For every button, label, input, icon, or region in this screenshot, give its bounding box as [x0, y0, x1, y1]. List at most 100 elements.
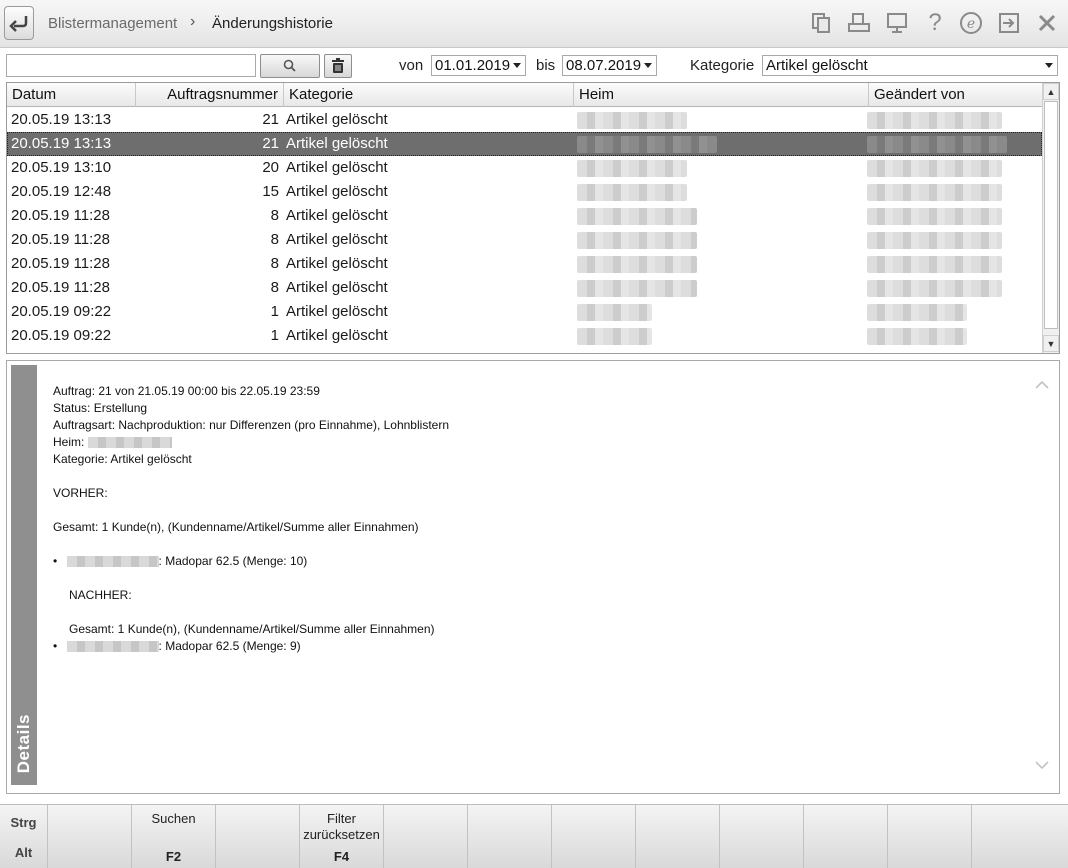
- function-key-bar: Strg Alt Suchen F2 Filter zurücksetzen F…: [0, 804, 1068, 868]
- column-header-datum[interactable]: Datum: [7, 83, 136, 107]
- fkey-f4-label: Filter zurücksetzen: [300, 811, 383, 843]
- breadcrumb-blistermanagement[interactable]: Blistermanagement: [48, 15, 177, 32]
- redacted-heim: [577, 256, 697, 273]
- cell-date: 20.05.19 11:28: [11, 231, 110, 248]
- fkey-f10[interactable]: [804, 805, 888, 868]
- column-header-heim[interactable]: Heim: [574, 83, 869, 107]
- cell-number: 20: [262, 159, 279, 176]
- fkey-f4-label-line2: zurücksetzen: [303, 827, 380, 842]
- fkey-f12[interactable]: [972, 805, 1068, 868]
- cell-category: Artikel gelöscht: [286, 111, 388, 128]
- fkey-f11[interactable]: [888, 805, 972, 868]
- detail-vorher-item-text: : Madopar 62.5 (Menge: 10): [158, 554, 308, 568]
- details-tab-label: Details: [14, 713, 33, 773]
- redacted-heim: [577, 280, 697, 297]
- cell-category: Artikel gelöscht: [286, 207, 388, 224]
- table-scrollbar[interactable]: ▲ ▼: [1042, 83, 1059, 353]
- info-e-icon[interactable]: e: [958, 10, 984, 36]
- fkey-f4-filter-zuruecksetzen[interactable]: Filter zurücksetzen F4: [300, 805, 384, 868]
- to-date-label: bis: [536, 57, 556, 74]
- detail-vorher-item: • : Madopar 62.5 (Menge: 10): [53, 553, 307, 570]
- redacted-user: [867, 160, 1002, 177]
- cell-date: 20.05.19 09:22: [11, 303, 112, 320]
- scroll-down-arrow-icon[interactable]: ▼: [1043, 335, 1059, 352]
- redacted-user: [867, 328, 967, 345]
- cell-category: Artikel gelöscht: [286, 255, 388, 272]
- table-row[interactable]: 20.05.19 11:28 8 Artikel gelöscht: [7, 252, 1042, 276]
- fkey-f3[interactable]: [216, 805, 300, 868]
- fkey-f5[interactable]: [384, 805, 468, 868]
- category-value: Artikel gelöscht: [766, 57, 868, 74]
- cell-number: 1: [270, 327, 279, 344]
- copy-icon[interactable]: [808, 10, 834, 36]
- strg-modifier[interactable]: Strg: [0, 815, 47, 830]
- from-date-label: von: [399, 57, 424, 74]
- redacted-heim: [577, 184, 687, 201]
- table-row[interactable]: 20.05.19 09:22 1 Artikel gelöscht: [7, 324, 1042, 348]
- print-icon[interactable]: [846, 10, 872, 36]
- cell-category: Artikel gelöscht: [286, 135, 388, 152]
- table-row[interactable]: 20.05.19 13:13 21 Artikel gelöscht: [7, 108, 1042, 132]
- fkey-f8[interactable]: [636, 805, 720, 868]
- fkey-f9[interactable]: [720, 805, 804, 868]
- category-select[interactable]: Artikel gelöscht: [762, 55, 1058, 76]
- chevron-down-icon[interactable]: [1035, 757, 1049, 775]
- to-date-picker[interactable]: 08.07.2019: [562, 55, 657, 76]
- column-header-geaendert-von[interactable]: Geändert von: [869, 83, 1042, 107]
- chevron-up-icon[interactable]: [1035, 377, 1049, 395]
- details-tab[interactable]: Details: [11, 365, 37, 785]
- page-title: Änderungshistorie: [212, 15, 333, 32]
- delete-search-button[interactable]: [324, 54, 352, 78]
- fkey-f1[interactable]: [48, 805, 132, 868]
- alt-modifier[interactable]: Alt: [0, 845, 47, 860]
- table-row[interactable]: 20.05.19 11:28 8 Artikel gelöscht: [7, 204, 1042, 228]
- bullet-icon: •: [53, 639, 58, 653]
- redacted-user: [867, 136, 1007, 153]
- table-row[interactable]: 20.05.19 11:28 8 Artikel gelöscht: [7, 228, 1042, 252]
- redacted-heim: [577, 160, 687, 177]
- back-arrow-icon: [9, 16, 28, 32]
- search-button[interactable]: [260, 54, 320, 78]
- cell-category: Artikel gelöscht: [286, 327, 388, 344]
- cell-number: 8: [270, 231, 279, 248]
- chevron-down-icon: [644, 63, 652, 68]
- category-label: Kategorie: [690, 57, 755, 74]
- table-row-selected[interactable]: 20.05.19 13:13 21 Artikel gelöscht: [7, 132, 1042, 156]
- cell-date: 20.05.19 13:10: [11, 159, 112, 176]
- from-date-picker[interactable]: 01.01.2019: [431, 55, 526, 76]
- detail-vorher-label: VORHER:: [53, 486, 108, 500]
- table-row[interactable]: 20.05.19 13:10 20 Artikel gelöscht: [7, 156, 1042, 180]
- table-row[interactable]: 20.05.19 09:22 1 Artikel gelöscht: [7, 300, 1042, 324]
- fkey-f7[interactable]: [552, 805, 636, 868]
- redacted-user: [867, 208, 1002, 225]
- scroll-thumb[interactable]: [1044, 101, 1058, 329]
- cell-number: 8: [270, 255, 279, 272]
- cell-number: 21: [262, 111, 279, 128]
- table-row[interactable]: 20.05.19 11:28 8 Artikel gelöscht: [7, 276, 1042, 300]
- exit-icon[interactable]: [996, 10, 1022, 36]
- scroll-up-arrow-icon[interactable]: ▲: [1043, 83, 1059, 100]
- redacted-user: [867, 112, 1002, 129]
- column-header-auftragsnummer[interactable]: Auftragsnummer: [136, 83, 284, 107]
- fkey-f2-suchen[interactable]: Suchen F2: [132, 805, 216, 868]
- table-row[interactable]: 20.05.19 12:48 15 Artikel gelöscht: [7, 180, 1042, 204]
- table-header: Datum Auftragsnummer Kategorie Heim Geän…: [7, 83, 1042, 107]
- detail-auftragsart: Auftragsart: Nachproduktion: nur Differe…: [53, 418, 449, 432]
- detail-kategorie: Kategorie: Artikel gelöscht: [53, 452, 192, 466]
- detail-heim-label: Heim:: [53, 435, 85, 449]
- cell-number: 1: [270, 303, 279, 320]
- cell-number: 15: [262, 183, 279, 200]
- column-header-kategorie[interactable]: Kategorie: [284, 83, 574, 107]
- fkey-f6[interactable]: [468, 805, 552, 868]
- monitor-icon[interactable]: [884, 10, 910, 36]
- cell-date: 20.05.19 13:13: [11, 135, 112, 152]
- trash-icon: [332, 58, 344, 73]
- cell-number: 8: [270, 207, 279, 224]
- cell-category: Artikel gelöscht: [286, 159, 388, 176]
- close-icon[interactable]: [1034, 10, 1060, 36]
- cell-date: 20.05.19 12:48: [11, 183, 112, 200]
- back-button[interactable]: [4, 6, 34, 40]
- help-icon[interactable]: ?: [922, 9, 948, 36]
- search-input[interactable]: [6, 54, 256, 77]
- redacted-user: [867, 256, 1002, 273]
